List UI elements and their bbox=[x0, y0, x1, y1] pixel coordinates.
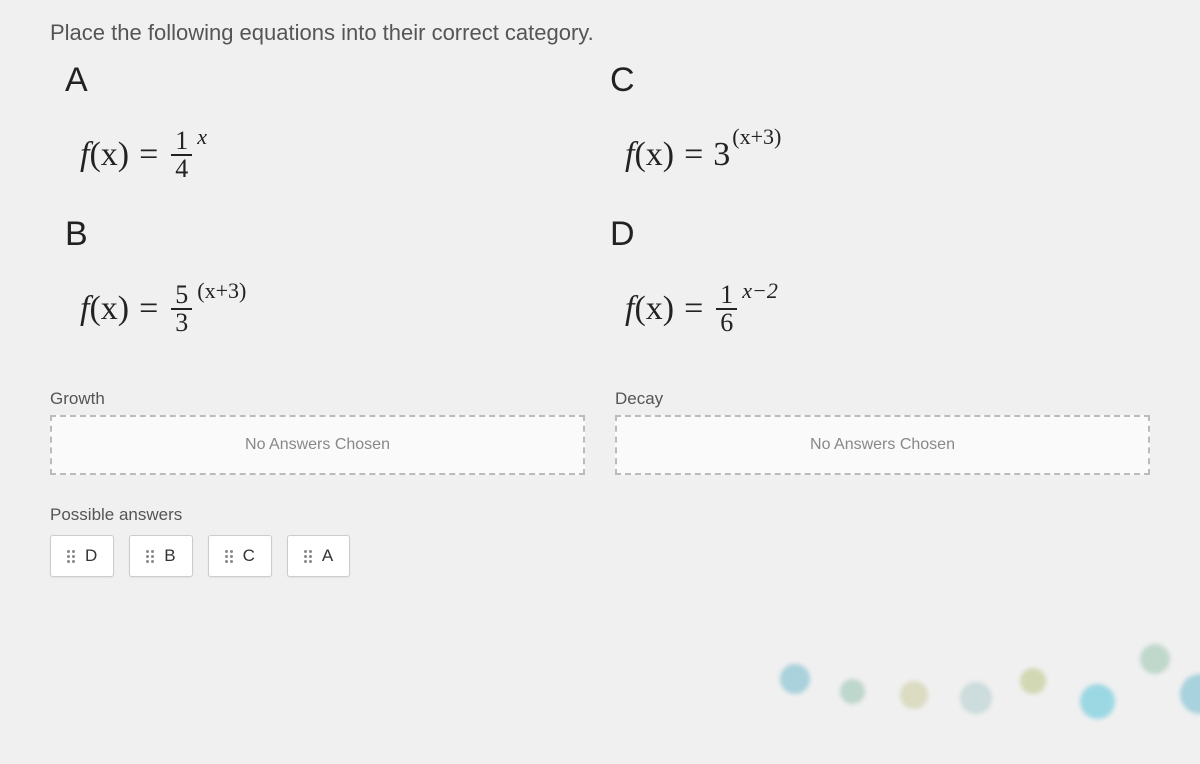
fx-symbol: f bbox=[80, 136, 89, 174]
frac-num: 5 bbox=[171, 282, 192, 308]
equation-body-c: f(x) = 3 (x+3) bbox=[625, 115, 1135, 195]
equation-body-d: f(x) = 1 6 x−2 bbox=[625, 269, 1135, 349]
exponent-xp3: (x+3) bbox=[732, 124, 781, 150]
chip-label: D bbox=[85, 546, 97, 566]
equations-grid: A f(x) = 1 4 x C f(x) = 3 (x+3) B f(x) =… bbox=[50, 61, 1150, 349]
chip-label: C bbox=[243, 546, 255, 566]
grip-icon bbox=[225, 550, 233, 563]
decay-dropzone[interactable]: No Answers Chosen bbox=[615, 415, 1150, 475]
chip-label: B bbox=[164, 546, 175, 566]
frac-den: 6 bbox=[716, 308, 737, 336]
decay-placeholder: No Answers Chosen bbox=[810, 436, 955, 454]
fraction-5-3: 5 3 bbox=[171, 282, 192, 336]
equation-d: D f(x) = 1 6 x−2 bbox=[610, 215, 1135, 349]
growth-placeholder: No Answers Chosen bbox=[245, 436, 390, 454]
growth-label: Growth bbox=[50, 389, 585, 409]
frac-den: 3 bbox=[171, 308, 192, 336]
base-3: 3 bbox=[713, 136, 730, 174]
possible-answers-label: Possible answers bbox=[50, 505, 1150, 525]
dropzones-row: Growth No Answers Chosen Decay No Answer… bbox=[50, 389, 1150, 475]
chip-d[interactable]: D bbox=[50, 535, 114, 577]
frac-num: 1 bbox=[716, 282, 737, 308]
chip-b[interactable]: B bbox=[129, 535, 192, 577]
growth-block: Growth No Answers Chosen bbox=[50, 389, 585, 475]
equation-label-c: C bbox=[610, 61, 1135, 100]
fx-args: (x) bbox=[634, 136, 674, 174]
equation-label-a: A bbox=[65, 61, 590, 100]
equation-body-b: f(x) = 5 3 (x+3) bbox=[80, 269, 590, 349]
exponent-x: x bbox=[197, 124, 207, 150]
frac-den: 4 bbox=[171, 154, 192, 182]
chip-label: A bbox=[322, 546, 333, 566]
growth-dropzone[interactable]: No Answers Chosen bbox=[50, 415, 585, 475]
decay-block: Decay No Answers Chosen bbox=[615, 389, 1150, 475]
grip-icon bbox=[146, 550, 154, 563]
frac-num: 1 bbox=[171, 128, 192, 154]
instruction-text: Place the following equations into their… bbox=[50, 20, 1150, 46]
fx-args: (x) bbox=[89, 136, 129, 174]
chip-a[interactable]: A bbox=[287, 535, 350, 577]
fx-args: (x) bbox=[89, 290, 129, 328]
fx-symbol: f bbox=[625, 290, 634, 328]
fx-args: (x) bbox=[634, 290, 674, 328]
equals: = bbox=[139, 136, 158, 174]
fraction-1-6: 1 6 bbox=[716, 282, 737, 336]
equation-c: C f(x) = 3 (x+3) bbox=[610, 61, 1135, 195]
grip-icon bbox=[304, 550, 312, 563]
equation-b: B f(x) = 5 3 (x+3) bbox=[65, 215, 590, 349]
chip-c[interactable]: C bbox=[208, 535, 272, 577]
equals: = bbox=[684, 136, 703, 174]
equals: = bbox=[684, 290, 703, 328]
answer-chips-row: D B C A bbox=[50, 535, 1150, 577]
decay-label: Decay bbox=[615, 389, 1150, 409]
equation-a: A f(x) = 1 4 x bbox=[65, 61, 590, 195]
equation-label-d: D bbox=[610, 215, 1135, 254]
equals: = bbox=[139, 290, 158, 328]
equation-label-b: B bbox=[65, 215, 590, 254]
grip-icon bbox=[67, 550, 75, 563]
fraction-1-4: 1 4 bbox=[171, 128, 192, 182]
fx-symbol: f bbox=[625, 136, 634, 174]
fx-symbol: f bbox=[80, 290, 89, 328]
exponent-xm2: x−2 bbox=[742, 278, 778, 304]
exponent-xp3: (x+3) bbox=[197, 278, 246, 304]
bokeh-decoration bbox=[720, 584, 1200, 764]
equation-body-a: f(x) = 1 4 x bbox=[80, 115, 590, 195]
